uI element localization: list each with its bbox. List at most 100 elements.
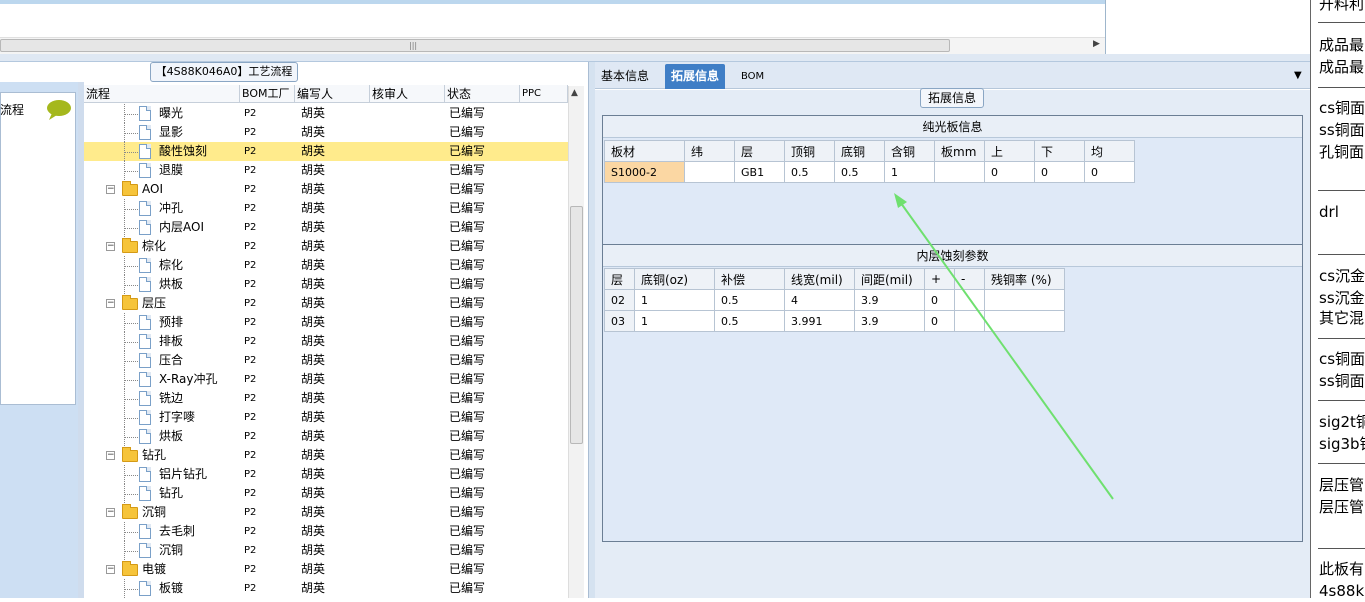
tree-scroll-thumb[interactable] (570, 206, 583, 444)
tree-folder-row[interactable]: − AOI P2 胡英 已编写 (84, 180, 568, 199)
writer-cell: 胡英 (301, 201, 326, 215)
document-icon (139, 334, 151, 349)
tree-folder-row[interactable]: − 层压 P2 胡英 已编写 (84, 294, 568, 313)
tree-row[interactable]: 压合 P2 胡英 已编写 (84, 351, 568, 370)
scroll-right-icon[interactable]: ▶ (1093, 39, 1100, 49)
ppc-cell (520, 199, 568, 218)
bare-board-cell[interactable]: GB1 (734, 161, 785, 183)
inner-etch-cell[interactable]: 4 (784, 289, 855, 311)
col-writer[interactable]: 编写人 (295, 85, 370, 102)
bare-board-cell[interactable] (934, 161, 985, 183)
inner-etch-cell[interactable]: 0.5 (714, 310, 785, 332)
bare-board-cell[interactable]: 0 (1034, 161, 1085, 183)
tree-row[interactable]: 酸性蚀刻 P2 胡英 已编写 (84, 142, 568, 161)
col-bom-factory[interactable]: BOM工厂 (240, 85, 295, 102)
reviewer-cell (370, 522, 445, 541)
inner-etch-cell[interactable]: 0.5 (714, 289, 785, 311)
tree-row[interactable]: 曝光 P2 胡英 已编写 (84, 104, 568, 123)
tab-dropdown-icon[interactable]: ▼ (1294, 70, 1302, 81)
tree-row[interactable]: 烘板 P2 胡英 已编写 (84, 427, 568, 446)
tree-row[interactable]: 内层AOI P2 胡英 已编写 (84, 218, 568, 237)
writer-cell: 胡英 (301, 429, 326, 443)
note-line: 层压管 (1319, 476, 1365, 494)
inner-etch-cell[interactable]: 02 (604, 289, 635, 311)
note-line: cs铜面 (1319, 99, 1365, 117)
inner-etch-cell[interactable]: 1 (634, 289, 715, 311)
bare-board-cell[interactable]: 0.5 (834, 161, 885, 183)
scroll-thumb[interactable] (0, 39, 950, 52)
bare-board-cell[interactable] (684, 161, 735, 183)
tree-row[interactable]: 排板 P2 胡英 已编写 (84, 332, 568, 351)
tab-basic-info[interactable]: 基本信息 (595, 64, 655, 89)
collapse-icon[interactable]: − (106, 242, 115, 251)
splitter-bar[interactable] (0, 54, 1310, 62)
tree-row[interactable]: 退膜 P2 胡英 已编写 (84, 161, 568, 180)
tree-row[interactable]: 钻孔 P2 胡英 已编写 (84, 484, 568, 503)
tree-row[interactable]: 沉铜 P2 胡英 已编写 (84, 541, 568, 560)
tab-bom[interactable]: BOM (735, 64, 770, 89)
collapse-icon[interactable]: − (106, 451, 115, 460)
bare-board-cell[interactable]: S1000-2 (604, 161, 685, 183)
tree-connector (124, 532, 138, 533)
note-divider (1318, 400, 1365, 401)
tree-folder-row[interactable]: − 沉铜 P2 胡英 已编写 (84, 503, 568, 522)
tree-row[interactable]: 烘板 P2 胡英 已编写 (84, 275, 568, 294)
tree-row[interactable]: X-Ray冲孔 P2 胡英 已编写 (84, 370, 568, 389)
bare-board-cell[interactable]: 0 (984, 161, 1035, 183)
tree-row[interactable]: 板镀 P2 胡英 已编写 (84, 579, 568, 598)
col-status[interactable]: 状态 (445, 85, 520, 102)
tree-node-label: 去毛刺 (159, 524, 196, 538)
tree-row[interactable]: 去毛刺 P2 胡英 已编写 (84, 522, 568, 541)
ppc-cell (520, 389, 568, 408)
bom-factory-cell: P2 (244, 279, 257, 290)
tree-folder-row[interactable]: − 钻孔 P2 胡英 已编写 (84, 446, 568, 465)
collapse-icon[interactable]: − (106, 299, 115, 308)
document-icon (139, 372, 151, 387)
tab-extended-info[interactable]: 拓展信息 (665, 64, 726, 89)
tree-node-label: 电镀 (142, 562, 167, 576)
tree-row[interactable]: 棕化 P2 胡英 已编写 (84, 256, 568, 275)
tree-row[interactable]: 打字嘜 P2 胡英 已编写 (84, 408, 568, 427)
tree-row[interactable]: 冲孔 P2 胡英 已编写 (84, 199, 568, 218)
collapse-icon[interactable]: − (106, 565, 115, 574)
annotation-arrow (894, 193, 1114, 500)
tree-node: 冲孔 (84, 199, 240, 218)
top-divider (1105, 0, 1106, 54)
ppc-cell (520, 180, 568, 199)
inner-etch-header: 层 (604, 268, 635, 290)
sidebar-flow-label[interactable]: 流程 (0, 101, 24, 118)
col-reviewer[interactable]: 核审人 (370, 85, 445, 102)
writer-cell: 胡英 (301, 391, 326, 405)
tree-row[interactable]: 预排 P2 胡英 已编写 (84, 313, 568, 332)
tree-folder-row[interactable]: − 棕化 P2 胡英 已编写 (84, 237, 568, 256)
panel-splitter[interactable] (588, 62, 595, 598)
writer-cell: 胡英 (301, 239, 326, 253)
tree-node: 曝光 (84, 104, 240, 123)
ppc-cell (520, 351, 568, 370)
bare-board-cell[interactable]: 1 (884, 161, 935, 183)
col-ppc[interactable]: PPC (520, 85, 568, 102)
tree-row[interactable]: 铣边 P2 胡英 已编写 (84, 389, 568, 408)
note-line: cs铜面 (1319, 350, 1365, 368)
col-flow[interactable]: 流程 (84, 85, 240, 102)
status-cell: 已编写 (449, 125, 486, 139)
tree-row[interactable]: 铝片钻孔 P2 胡英 已编写 (84, 465, 568, 484)
tree-row[interactable]: 显影 P2 胡英 已编写 (84, 123, 568, 142)
tree-node: 酸性蚀刻 (84, 142, 240, 161)
scroll-up-icon[interactable]: ▲ (571, 88, 578, 98)
collapse-icon[interactable]: − (106, 508, 115, 517)
bare-board-cell[interactable]: 0.5 (784, 161, 835, 183)
comment-icon[interactable] (44, 99, 72, 121)
reviewer-cell (370, 465, 445, 484)
inner-etch-cell[interactable]: 3.991 (784, 310, 855, 332)
collapse-icon[interactable]: − (106, 185, 115, 194)
folder-icon (122, 447, 138, 462)
tree-connector (124, 475, 138, 476)
tree-folder-row[interactable]: − 电镀 P2 胡英 已编写 (84, 560, 568, 579)
inner-etch-cell[interactable]: 1 (634, 310, 715, 332)
status-cell: 已编写 (449, 296, 486, 310)
inner-etch-cell[interactable]: 03 (604, 310, 635, 332)
bare-board-cell[interactable]: 0 (1084, 161, 1135, 183)
tree-node-label: X-Ray冲孔 (159, 372, 218, 386)
tree-connector (124, 418, 138, 419)
